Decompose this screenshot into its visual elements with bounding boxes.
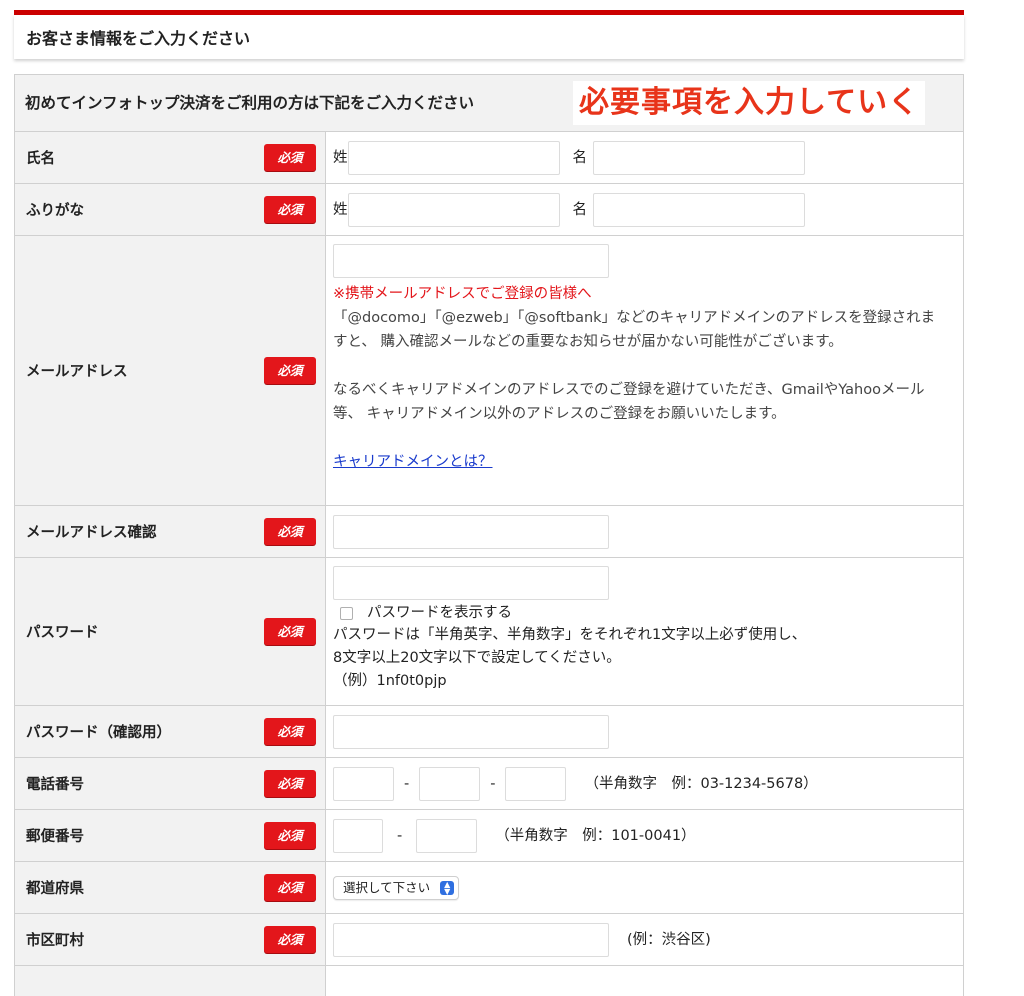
password-input[interactable]	[333, 566, 609, 600]
field-label: 都道府県	[26, 881, 84, 897]
row-prefecture: 都道府県 必須 選択して下さい ▲ ▼	[14, 862, 964, 914]
first-kana-input[interactable]	[593, 192, 805, 227]
row-email-confirm: メールアドレス確認 必須	[14, 506, 964, 558]
label-cell: パスワード 必須	[15, 558, 326, 705]
required-badge: 必須	[264, 926, 316, 953]
label-cell: 郵便番号 必須	[15, 810, 326, 861]
first-name-input[interactable]	[593, 140, 805, 175]
email-input[interactable]	[333, 244, 609, 278]
prefecture-selected-value: 選択して下さい	[343, 879, 431, 895]
phone-dash: -	[404, 775, 410, 792]
input-cell: ※携帯メールアドレスでご登録の皆様へ 「@docomo」「@ezweb」「@so…	[326, 236, 963, 505]
field-label: メールアドレス	[26, 364, 128, 380]
first-kana-prefix: 名	[572, 201, 588, 218]
password-confirm-input[interactable]	[333, 714, 609, 749]
postal-part-1[interactable]	[333, 818, 383, 853]
carrier-note-1: 「@docomo」「@ezweb」「@softbank」などのキャリアドメインの…	[333, 310, 936, 350]
input-cell: パスワードを表示する パスワードは「半角英字、半角数字」をそれぞれ1文字以上必ず…	[326, 558, 963, 705]
input-cell: - （半角数字 例：101-0041）	[326, 810, 963, 861]
postal-dash: -	[397, 827, 403, 844]
show-password-checkbox[interactable]	[340, 606, 353, 620]
required-badge: 必須	[264, 357, 316, 384]
row-kana: ふりがな 必須 姓 名	[14, 184, 964, 236]
carrier-note-2: なるべくキャリアドメインのアドレスでのご登録を避けていただき、GmailやYah…	[333, 382, 925, 422]
label-cell: ふりがな 必須	[15, 184, 326, 235]
postal-hint: （半角数字 例：101-0041）	[495, 827, 696, 844]
password-example: （例）1nf0t0pjp	[333, 673, 447, 689]
select-arrows-icon: ▲ ▼	[440, 880, 455, 895]
label-cell: メールアドレス確認 必須	[15, 506, 326, 557]
input-cell: 姓 名	[326, 184, 963, 235]
label-cell: 氏名 必須	[15, 132, 326, 183]
email-confirm-input[interactable]	[333, 514, 609, 549]
row-city: 市区町村 必須 (例：渋谷区)	[14, 914, 964, 966]
row-phone: 電話番号 必須 - - （半角数字 例：03-1234-5678）	[14, 758, 964, 810]
row-password-confirm: パスワード（確認用） 必須	[14, 706, 964, 758]
field-label: 市区町村	[26, 933, 84, 949]
field-label: 電話番号	[26, 777, 84, 793]
label-cell: メールアドレス 必須	[15, 236, 326, 505]
row-next-partial	[14, 966, 964, 996]
field-label: パスワード	[26, 625, 99, 641]
section-title: お客さま情報をご入力ください	[14, 15, 964, 59]
last-name-input[interactable]	[347, 140, 560, 175]
required-badge: 必須	[264, 518, 316, 545]
carrier-domain-link[interactable]: キャリアドメインとは？	[333, 454, 493, 470]
required-badge: 必須	[264, 144, 316, 171]
label-cell: パスワード（確認用） 必須	[15, 706, 326, 757]
password-rule-1: パスワードは「半角英字、半角数字」をそれぞれ1文字以上必ず使用し、	[333, 627, 807, 643]
carrier-warning: ※携帯メールアドレスでご登録の皆様へ	[333, 286, 592, 302]
last-kana-prefix: 姓	[333, 201, 348, 218]
customer-info-form: 初めてインフォトップ決済をご利用の方は下記をご入力ください 氏名 必須 姓 名 …	[14, 74, 964, 996]
required-badge: 必須	[264, 822, 316, 849]
label-cell: 電話番号 必須	[15, 758, 326, 809]
row-postal: 郵便番号 必須 - （半角数字 例：101-0041）	[14, 810, 964, 862]
label-cell	[15, 966, 326, 996]
required-badge: 必須	[264, 718, 316, 745]
input-cell: 選択して下さい ▲ ▼	[326, 862, 963, 913]
field-label: 氏名	[26, 151, 55, 167]
phone-hint: （半角数字 例：03-1234-5678）	[584, 775, 818, 792]
input-cell	[326, 966, 963, 996]
input-cell: - - （半角数字 例：03-1234-5678）	[326, 758, 963, 809]
city-hint: (例：渋谷区)	[627, 931, 711, 948]
input-cell: 姓 名	[326, 132, 963, 183]
field-label: メールアドレス確認	[26, 525, 157, 541]
city-input[interactable]	[333, 922, 609, 957]
required-badge: 必須	[264, 874, 316, 901]
field-label: 郵便番号	[26, 829, 84, 845]
input-cell	[326, 506, 963, 557]
phone-dash: -	[490, 775, 496, 792]
required-badge: 必須	[264, 618, 316, 645]
annotation-callout: 必要事項を入力していく	[573, 81, 926, 125]
field-label: パスワード（確認用）	[26, 725, 171, 741]
password-rule-2: 8文字以上20文字以下で設定してください。	[333, 650, 621, 666]
last-name-prefix: 姓	[333, 149, 348, 166]
row-password: パスワード 必須 パスワードを表示する パスワードは「半角英字、半角数字」をそれ…	[14, 558, 964, 706]
postal-part-2[interactable]	[416, 818, 478, 853]
label-cell: 市区町村 必須	[15, 914, 326, 965]
phone-part-1[interactable]	[333, 766, 394, 801]
phone-part-2[interactable]	[419, 766, 481, 801]
show-password-label[interactable]: パスワードを表示する	[367, 602, 512, 625]
input-cell	[326, 706, 963, 757]
prefecture-select[interactable]: 選択して下さい ▲ ▼	[333, 875, 460, 900]
last-kana-input[interactable]	[347, 192, 560, 227]
phone-part-3[interactable]	[505, 766, 567, 801]
input-cell: (例：渋谷区)	[326, 914, 963, 965]
label-cell: 都道府県 必須	[15, 862, 326, 913]
first-name-prefix: 名	[572, 149, 588, 166]
required-badge: 必須	[264, 196, 316, 223]
row-email: メールアドレス 必須 ※携帯メールアドレスでご登録の皆様へ 「@docomo」「…	[14, 236, 964, 506]
row-name: 氏名 必須 姓 名	[14, 132, 964, 184]
required-badge: 必須	[264, 770, 316, 797]
field-label: ふりがな	[26, 203, 84, 219]
